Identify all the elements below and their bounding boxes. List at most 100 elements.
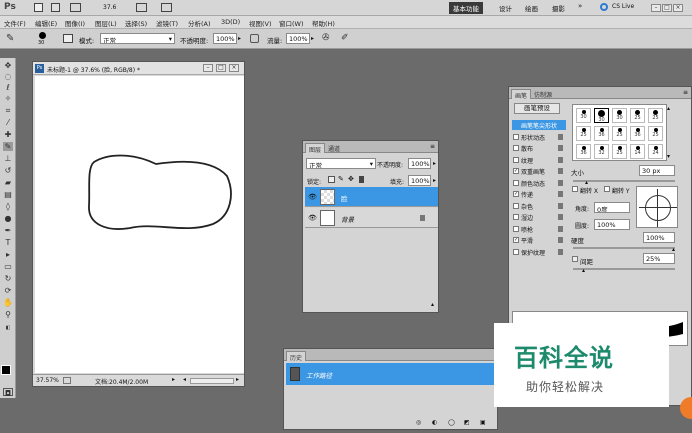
default-colors-icon[interactable]: ◧: [3, 324, 13, 333]
menu-select[interactable]: 选择(S): [125, 18, 147, 28]
workspace-design[interactable]: 设计: [499, 3, 512, 13]
scroll-left-arrow-icon[interactable]: ◂: [183, 376, 186, 383]
brush-tip-item[interactable]: 30: [612, 108, 627, 123]
menu-analysis[interactable]: 分析(A): [188, 18, 211, 28]
brush-tip-item[interactable]: 14: [630, 144, 645, 159]
angle-roundness-preview[interactable]: [636, 186, 678, 228]
brush-tip-item[interactable]: 25: [612, 126, 627, 141]
menu-image[interactable]: 图像(I): [65, 18, 85, 28]
marquee-tool-icon[interactable]: ◌: [3, 72, 13, 81]
maximize-button[interactable]: □: [662, 4, 672, 12]
cs-live-icon[interactable]: [600, 3, 608, 11]
floating-action-icon[interactable]: [680, 397, 692, 419]
gradient-tool-icon[interactable]: ▤: [3, 190, 13, 199]
minibridge-icon[interactable]: [51, 3, 60, 12]
brush-preview-dot[interactable]: [39, 32, 46, 39]
brush-category-item[interactable]: ✓ 平滑: [512, 235, 566, 245]
eyedropper-tool-icon[interactable]: ⁄: [3, 118, 13, 127]
chevron-right-icon[interactable]: ▸: [238, 35, 241, 42]
brush-presets-button[interactable]: 画笔预设: [514, 103, 560, 114]
chevron-right-icon[interactable]: ▸: [311, 35, 314, 42]
category-checkbox[interactable]: [513, 133, 519, 140]
hardness-slider[interactable]: [573, 247, 675, 249]
trash-icon[interactable]: ▣: [480, 419, 486, 426]
status-info-icon[interactable]: [63, 377, 71, 384]
menu-file[interactable]: 文件(F): [4, 18, 26, 28]
doc-minimize-button[interactable]: –: [203, 64, 213, 72]
category-checkbox[interactable]: [513, 179, 519, 186]
category-lock-icon[interactable]: [558, 248, 563, 255]
brush-tip-item[interactable]: 25: [648, 108, 663, 123]
flow-input[interactable]: 100%: [286, 33, 310, 44]
brush-tip-item[interactable]: 25: [612, 144, 627, 159]
workspace-photography[interactable]: 摄影: [552, 3, 565, 13]
doc-maximize-button[interactable]: □: [216, 64, 226, 72]
scroll-right-arrow-icon[interactable]: ▸: [236, 376, 239, 383]
history-step-name[interactable]: 工作路径: [306, 370, 332, 380]
horizontal-scrollbar[interactable]: [190, 378, 234, 384]
menu-layer[interactable]: 图层(L): [95, 18, 117, 28]
lock-transparent-icon[interactable]: [328, 176, 335, 183]
brush-tip-item[interactable]: 24: [648, 144, 663, 159]
view-extras-icon[interactable]: [70, 3, 81, 12]
history-action-icon[interactable]: ◩: [464, 419, 470, 426]
more-workspaces[interactable]: »: [578, 2, 582, 10]
size-input[interactable]: 30 px: [639, 165, 675, 176]
brush-category-item[interactable]: 画笔笔尖形状: [512, 120, 566, 130]
menu-window[interactable]: 窗口(W): [279, 18, 304, 28]
brush-category-item[interactable]: 散布: [512, 143, 566, 153]
dodge-tool-icon[interactable]: ●: [3, 214, 13, 223]
history-row[interactable]: 工作路径: [286, 363, 496, 385]
bridge-icon[interactable]: [34, 3, 43, 12]
foreground-color-swatch[interactable]: [1, 365, 11, 375]
scroll-down-arrow-icon[interactable]: ▾: [667, 153, 670, 160]
healing-tool-icon[interactable]: ✚: [3, 130, 13, 139]
category-checkbox[interactable]: [513, 156, 519, 163]
lasso-tool-icon[interactable]: ℓ: [3, 83, 13, 92]
lock-all-icon[interactable]: [359, 176, 364, 183]
spacing-checkbox[interactable]: [572, 256, 578, 262]
category-lock-icon[interactable]: [558, 145, 563, 151]
panel-menu-icon[interactable]: ≡: [683, 89, 688, 96]
menu-edit[interactable]: 编辑(E): [35, 18, 57, 28]
clone-stamp-tool-icon[interactable]: ⊥: [3, 154, 13, 163]
layer-name[interactable]: 背景: [341, 214, 354, 224]
category-checkbox[interactable]: [513, 225, 519, 232]
tab-layers[interactable]: 图层: [305, 143, 326, 154]
category-checkbox[interactable]: [513, 214, 519, 220]
blend-mode-select[interactable]: 正常 ▾: [306, 158, 376, 169]
document-canvas[interactable]: [35, 76, 244, 373]
opacity-input[interactable]: 100%: [213, 33, 237, 44]
tab-clone-source[interactable]: 仿制源: [531, 89, 555, 99]
chevron-right-icon[interactable]: ▸: [433, 177, 436, 184]
type-tool-icon[interactable]: T: [3, 238, 13, 247]
minimize-button[interactable]: –: [651, 4, 661, 12]
3d-orbit-tool-icon[interactable]: ⟳: [3, 286, 13, 295]
angle-input[interactable]: 0度: [594, 202, 630, 213]
menu-help[interactable]: 帮助(H): [312, 18, 335, 28]
status-menu-arrow-icon[interactable]: ▸: [172, 376, 175, 383]
brush-tip-item[interactable]: 32: [594, 144, 609, 159]
menu-view[interactable]: 视图(V): [249, 18, 272, 28]
category-lock-icon[interactable]: [558, 237, 563, 243]
delete-state-icon[interactable]: ◯: [448, 419, 455, 426]
brush-category-item[interactable]: 喷枪: [512, 224, 566, 234]
size-slider-thumb[interactable]: ▴: [585, 179, 588, 186]
brush-tip-item[interactable]: 25: [576, 126, 591, 141]
menu-3d[interactable]: 3D(D): [221, 18, 240, 26]
size-slider[interactable]: [573, 180, 675, 182]
brush-tool-icon[interactable]: ✎: [6, 33, 14, 44]
roundness-input[interactable]: 100%: [594, 219, 630, 230]
lock-image-icon[interactable]: ✎: [338, 175, 344, 183]
cs-live-label[interactable]: CS Live: [612, 3, 634, 10]
airbrush-icon[interactable]: ✇: [322, 33, 330, 43]
crop-tool-icon[interactable]: ⌗: [3, 106, 13, 115]
category-lock-icon[interactable]: [558, 156, 563, 163]
lock-position-icon[interactable]: ✥: [348, 175, 354, 183]
category-lock-icon[interactable]: [558, 202, 563, 209]
flip-y-checkbox[interactable]: [604, 186, 610, 192]
chevron-right-icon[interactable]: ▸: [433, 160, 436, 167]
zoom-level[interactable]: 37.6: [103, 4, 116, 11]
scroll-up-arrow-icon[interactable]: ▴: [431, 301, 434, 308]
brush-tip-item[interactable]: 25: [648, 126, 663, 141]
